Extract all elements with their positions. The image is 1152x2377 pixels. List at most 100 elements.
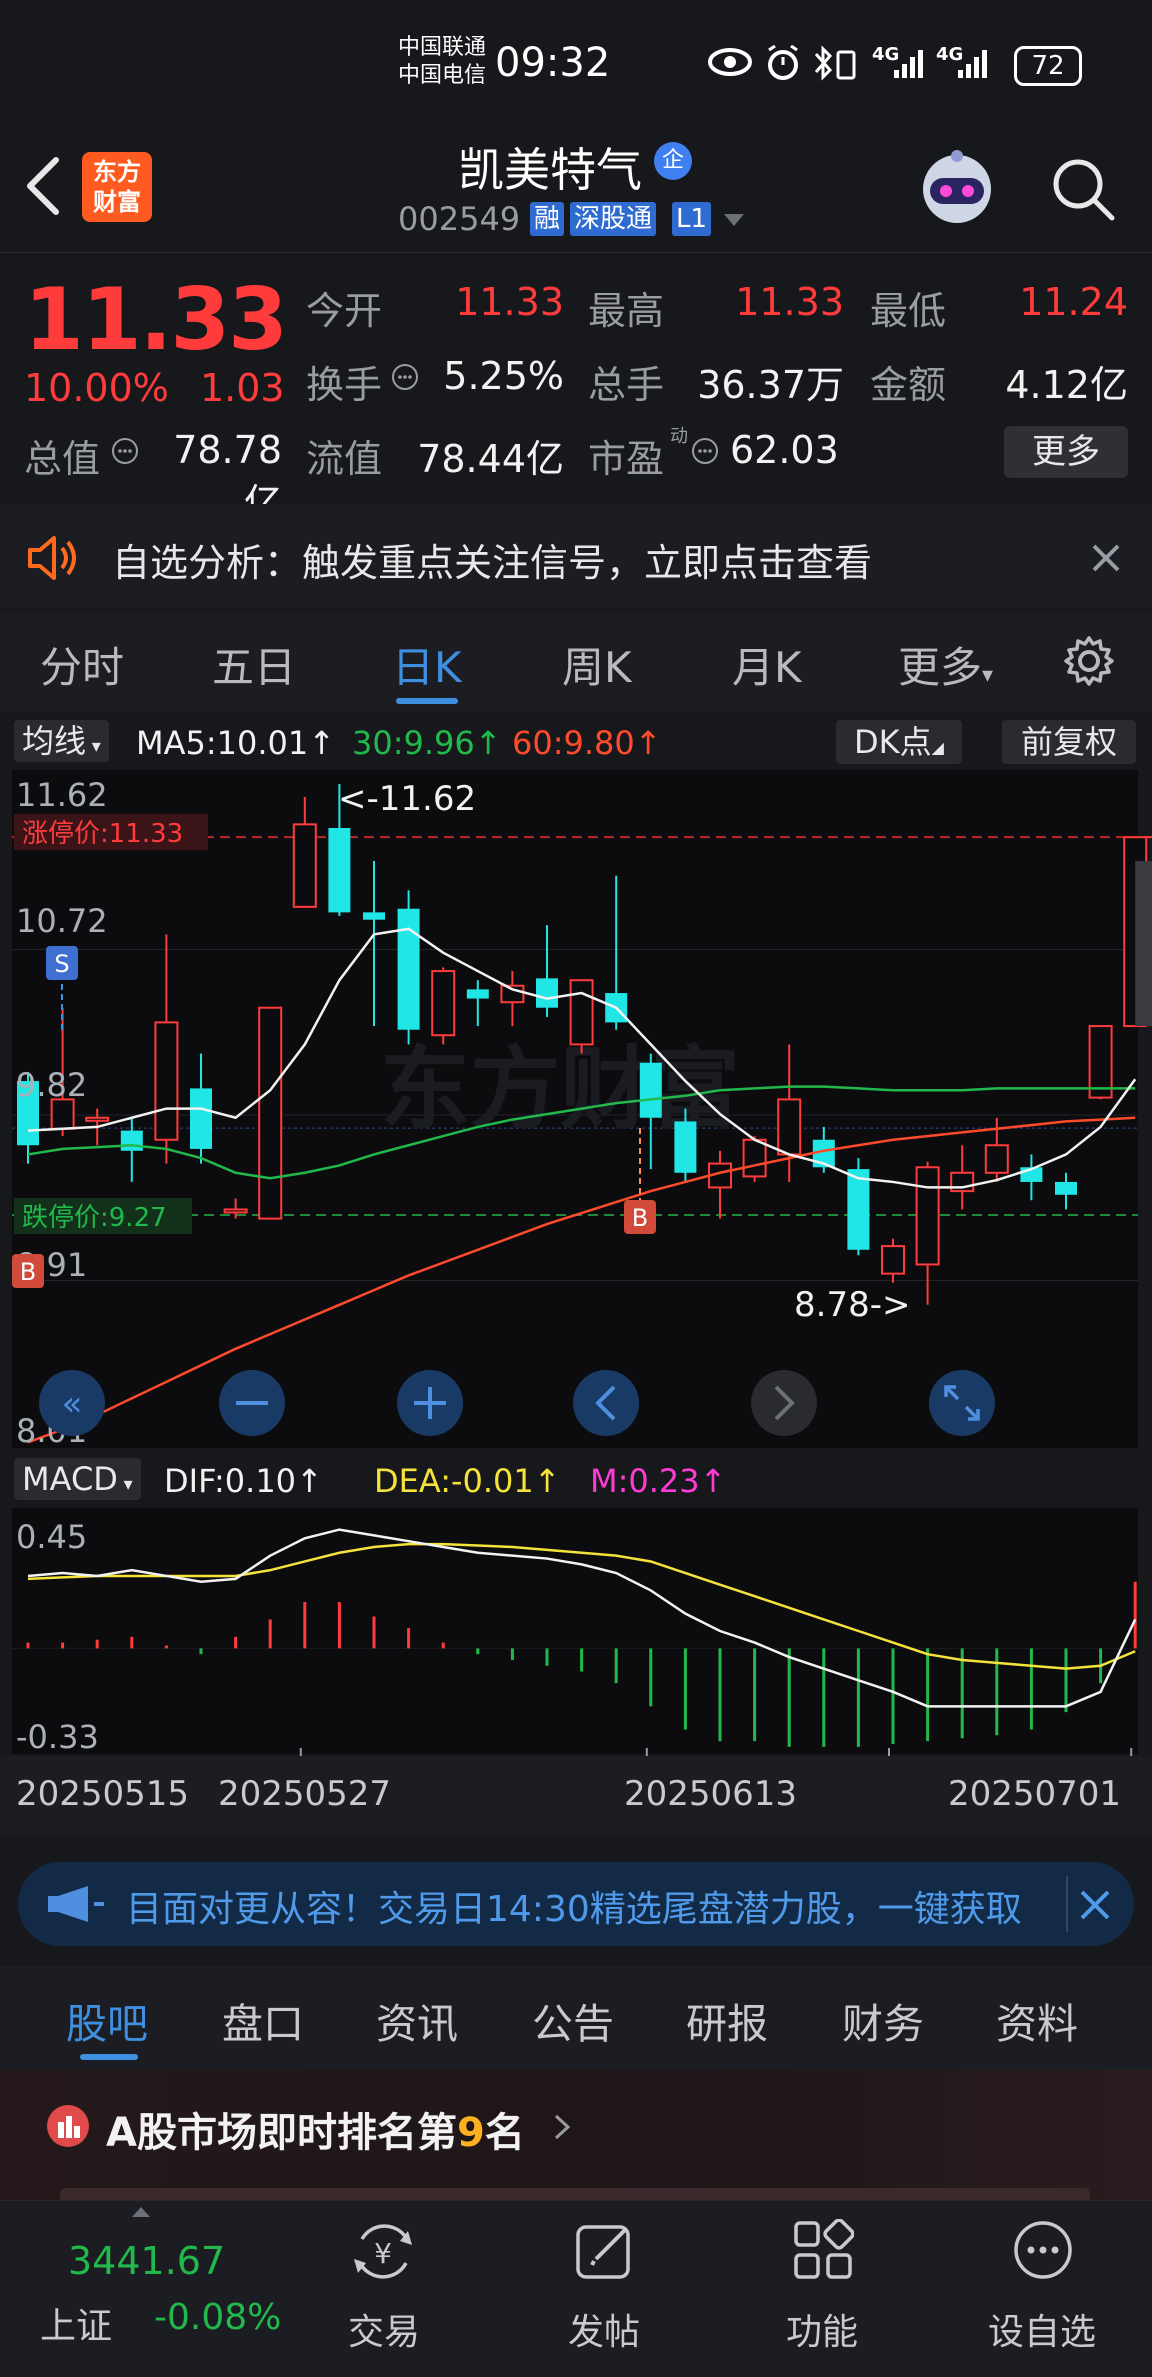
close-icon[interactable]	[1090, 542, 1122, 574]
ma-selector[interactable]: 均线 ▾	[14, 720, 109, 762]
macd-y-top: 0.45	[16, 1518, 87, 1556]
carrier-1: 中国联通	[398, 35, 487, 60]
total-value-label: 总值	[24, 437, 101, 481]
ma60-value: 60:9.80↑	[512, 724, 662, 762]
eye-icon	[708, 48, 752, 76]
stock-header: 东方 财富 凯美特气 企 002549 融 深股通 L1	[0, 130, 1152, 253]
tab-timeshare[interactable]: 分时	[40, 634, 124, 695]
robot-assistant-icon[interactable]	[912, 144, 1002, 234]
candle-body	[85, 1116, 110, 1122]
rank-suffix: 名	[484, 2110, 525, 2156]
open-label: 今开	[306, 289, 383, 333]
kline-chart[interactable]: 东方财富 11.62 10.72 9.82 8.91 8.01 涨停价:11.3…	[0, 770, 1152, 1450]
candle-body	[1055, 1181, 1077, 1195]
corner-triangle-icon: ◢	[931, 738, 944, 757]
caret-down-icon: ▾	[982, 663, 994, 688]
candle-body	[881, 1245, 905, 1275]
brand-logo[interactable]: 东方 财富	[82, 152, 152, 222]
candle-body	[328, 828, 351, 913]
scroll-right-button[interactable]	[751, 1370, 817, 1436]
carrier-info: 中国联通 中国电信	[398, 34, 486, 90]
info-icon[interactable]	[110, 436, 140, 466]
ma-selector-label: 均线	[22, 722, 87, 760]
tab-daily-k[interactable]: 日K	[392, 634, 462, 695]
info-icon[interactable]	[390, 362, 420, 392]
dea-value: DEA:-0.01↑	[374, 1462, 561, 1500]
nav-trade-label: 交易	[347, 2312, 420, 2353]
low-label: 最低	[870, 289, 947, 333]
chevron-down-icon[interactable]	[722, 212, 746, 228]
candle-body	[258, 1006, 283, 1220]
candle-body	[915, 1166, 940, 1266]
badge-margin: 融	[530, 202, 565, 236]
x-label-1: 20250515	[16, 1774, 190, 1814]
signal-1-icon	[894, 50, 923, 78]
volume-label: 总手	[588, 363, 665, 407]
tab-research[interactable]: 研报	[686, 1990, 768, 2050]
badge-sgt: 深股通	[570, 202, 657, 236]
tab-news[interactable]: 资讯	[376, 1990, 458, 2050]
candle-body	[742, 1138, 767, 1178]
alarm-icon	[768, 44, 798, 80]
scroll-left-button[interactable]	[573, 1370, 639, 1436]
caret-down-icon: ▾	[86, 736, 101, 757]
macd-chart[interactable]: 0.45 -0.33	[0, 1508, 1152, 1756]
tab-more[interactable]: 更多▾	[898, 634, 993, 695]
candle	[569, 979, 594, 1054]
index-widget[interactable]: 3441.67 上证 -0.08%	[20, 2201, 281, 2377]
more-button[interactable]: 更多	[1004, 426, 1128, 478]
tab-forum[interactable]: 股吧	[66, 1990, 148, 2050]
brand-line-2: 财富	[93, 188, 141, 216]
tab-orderbook[interactable]: 盘口	[222, 1990, 304, 2050]
tab-monthly-k[interactable]: 月K	[732, 634, 802, 695]
m-value: M:0.23↑	[590, 1462, 727, 1500]
more-dots-icon	[1014, 2221, 1072, 2279]
buy-signal-label: B	[632, 1204, 648, 1232]
battery-icon: 72	[1014, 46, 1082, 86]
search-icon[interactable]	[1050, 156, 1116, 222]
tab-profile[interactable]: 资料	[996, 1990, 1078, 2050]
nav-post[interactable]: 发帖	[524, 2201, 684, 2377]
analysis-banner[interactable]: 自选分析：触发重点关注信号，立即点击查看	[0, 504, 1152, 608]
rank-card[interactable]: A股市场即时排名第9名	[0, 2070, 1152, 2200]
high-label: 最高	[588, 289, 665, 333]
float-value: 78.44亿	[417, 437, 564, 481]
nav-add-watchlist[interactable]: 设自选	[962, 2201, 1122, 2377]
y-label-1: 10.72	[16, 902, 108, 940]
index-name: 上证	[40, 2306, 113, 2347]
current-price: 11.33	[24, 270, 288, 370]
close-icon[interactable]	[1078, 1888, 1112, 1922]
nav-function[interactable]: 功能	[742, 2201, 902, 2377]
signal-2-icon	[958, 50, 987, 78]
turnover-value: 5.25%	[443, 354, 564, 398]
candle-body	[777, 1098, 802, 1156]
rank-prefix: A股市场即时排名第	[106, 2110, 457, 2156]
tab-financials[interactable]: 财务	[842, 1990, 924, 2050]
megaphone-icon	[48, 1886, 104, 1922]
fullscreen-button[interactable]	[929, 1370, 995, 1436]
promo-banner[interactable]: 目面对更从容！交易日14:30精选尾盘潜力股，一键获取	[18, 1862, 1134, 1946]
indicator-selector[interactable]: MACD ▾	[14, 1458, 141, 1500]
indicator-selector-label: MACD	[22, 1460, 118, 1498]
battery-level: 72	[1031, 51, 1065, 81]
brand-line-1: 东方	[93, 158, 141, 186]
settings-gear-icon[interactable]	[1062, 634, 1116, 688]
status-bar: 中国联通 中国电信 09:32 4G 4G 72	[0, 0, 1152, 130]
dk-point-button[interactable]: DK点◢	[836, 720, 962, 764]
candle-body	[223, 1208, 248, 1214]
tab-announcements[interactable]: 公告	[532, 1990, 614, 2050]
candle-body	[536, 978, 558, 1008]
tab-five-day[interactable]: 五日	[212, 634, 296, 695]
nav-trade[interactable]: ¥ 交易	[304, 2201, 464, 2377]
info-icon[interactable]	[690, 436, 720, 466]
index-value: 3441.67	[68, 2239, 226, 2283]
candle-body	[363, 912, 385, 920]
macd-background	[12, 1508, 1138, 1754]
back-arrow-icon[interactable]	[22, 156, 62, 216]
candle-body	[984, 1144, 1009, 1174]
rank-number: 9	[456, 2110, 485, 2156]
projection-bar	[1135, 861, 1152, 1027]
bluetooth-battery-icon	[814, 45, 856, 81]
tab-weekly-k[interactable]: 周K	[562, 634, 632, 695]
price-adjust-button[interactable]: 前复权	[1002, 720, 1136, 764]
